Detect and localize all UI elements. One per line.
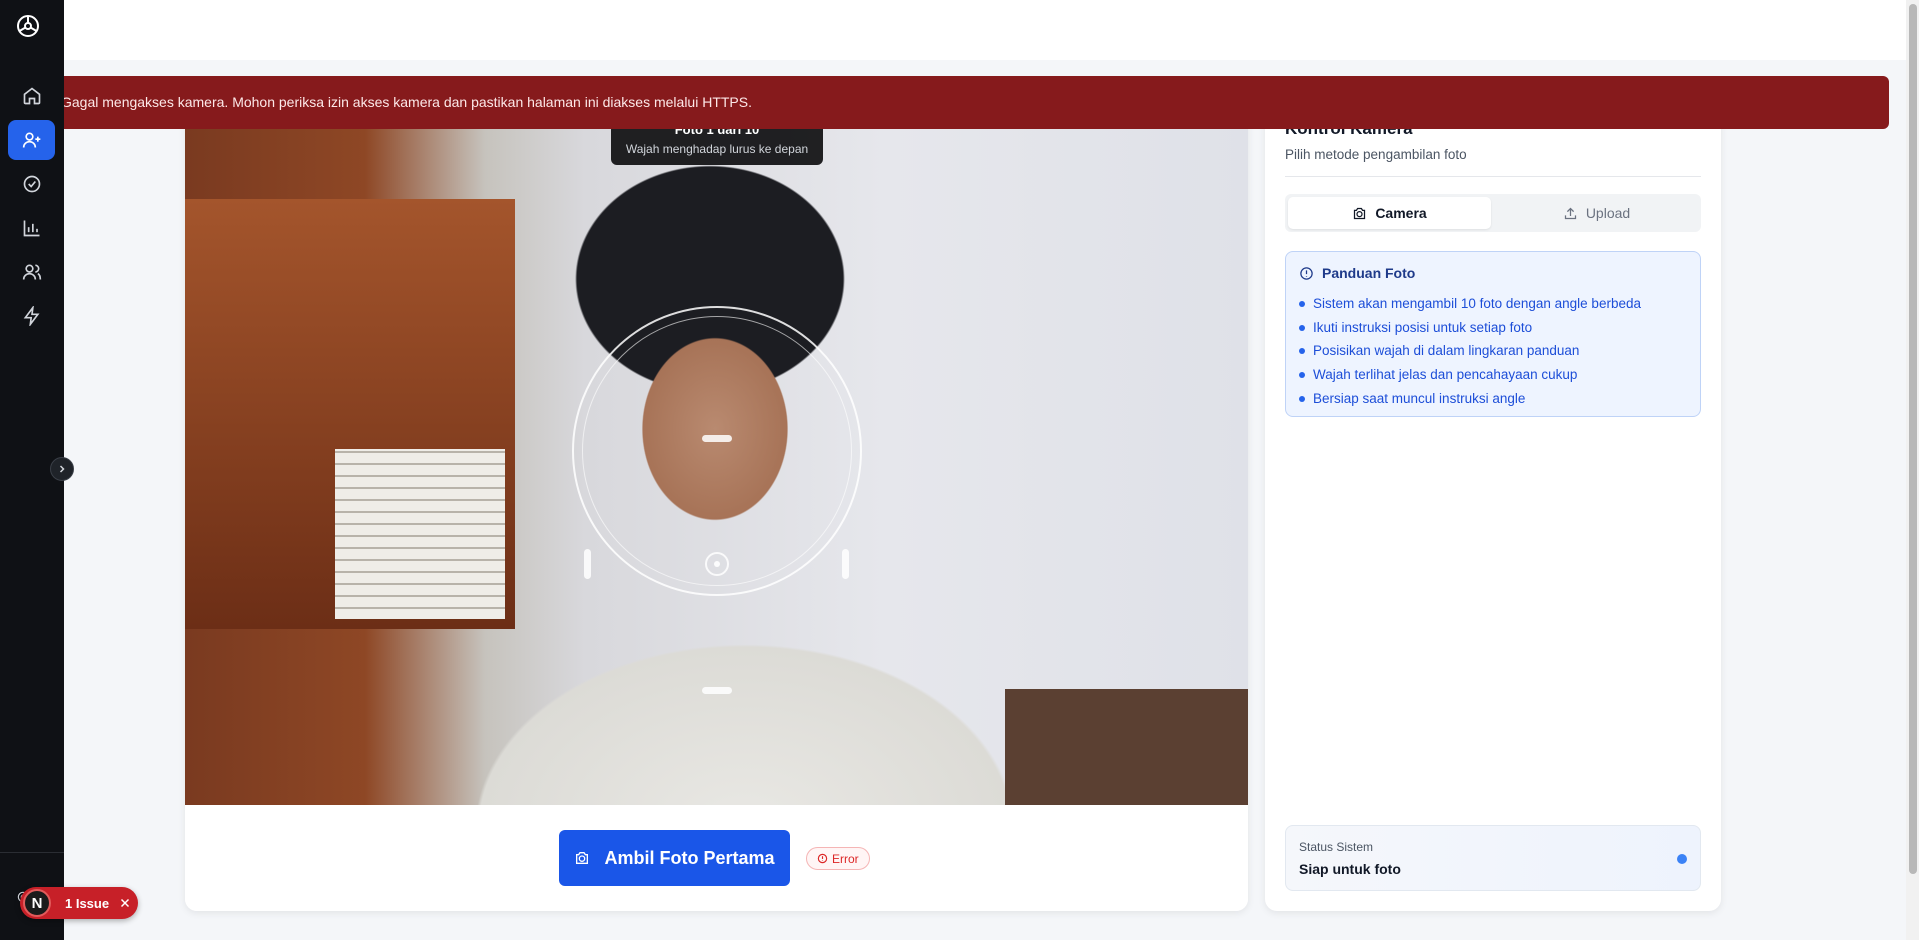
upload-icon — [1564, 207, 1576, 219]
tab-upload[interactable]: Upload — [1495, 197, 1698, 229]
tab-camera[interactable]: Camera — [1288, 197, 1491, 229]
issues-indicator[interactable]: N 1 Issue — [20, 887, 138, 919]
camera-preview — [185, 129, 1248, 805]
zap-icon — [23, 306, 39, 326]
bar-chart-icon — [23, 220, 39, 237]
background-books — [335, 449, 505, 619]
camera-icon — [576, 852, 589, 864]
sidebar-item-reports[interactable] — [8, 208, 55, 248]
system-status-label: Status Sistem — [1299, 840, 1374, 854]
list-item: Ikuti instruksi posisi untuk setiap foto — [1299, 316, 1641, 340]
issues-label: 1 Issue — [65, 895, 110, 911]
tab-camera-label: Camera — [1375, 205, 1427, 221]
tab-upload-label: Upload — [1585, 205, 1631, 221]
camera-card: Foto 1 dari 10 Wajah menghadap lurus ke … — [185, 116, 1248, 911]
home-icon — [23, 87, 40, 105]
sidebar-item-users[interactable] — [8, 252, 55, 292]
guide-mark-right — [842, 549, 849, 579]
sidebar-item-attendance[interactable] — [8, 164, 55, 204]
list-item: Sistem akan mengambil 10 foto dengan ang… — [1299, 292, 1641, 316]
sidebar-expand-button[interactable] — [50, 457, 74, 481]
guide-mark-top — [702, 435, 732, 442]
capture-photo-button[interactable]: Ambil Foto Pertama — [559, 830, 790, 886]
list-item: Posisikan wajah di dalam lingkaran pandu… — [1299, 339, 1641, 363]
app-logo-icon[interactable] — [16, 14, 40, 38]
photo-guide-list: Sistem akan mengambil 10 foto dengan ang… — [1299, 292, 1641, 410]
camera-control-panel: Kontrol Kamera Pilih metode pengambilan … — [1265, 116, 1721, 911]
status-badge-label: Error — [832, 851, 859, 866]
system-status-box: Status Sistem Siap untuk foto — [1285, 825, 1701, 891]
sidebar-item-integrations[interactable] — [8, 296, 55, 336]
list-item: Wajah terlihat jelas dan pencahayaan cuk… — [1299, 363, 1641, 387]
error-banner-message: Gagal mengakses kamera. Mohon periksa iz… — [64, 94, 752, 110]
chevron-right-icon — [59, 465, 65, 473]
photo-guide-box: Panduan Foto Sistem akan mengambil 10 fo… — [1285, 251, 1701, 417]
system-status-value: Siap untuk foto — [1299, 861, 1401, 877]
photo-guide-header: Panduan Foto — [1299, 265, 1415, 281]
close-icon[interactable] — [119, 897, 131, 909]
status-indicator-dot — [1677, 854, 1687, 864]
photo-step-instruction: Wajah menghadap lurus ke depan — [625, 142, 809, 156]
guide-mark-left — [584, 549, 591, 579]
page-scrollbar-thumb[interactable] — [1909, 4, 1917, 874]
guide-mark-bottom — [702, 687, 732, 694]
sidebar-divider — [0, 852, 64, 853]
panel-subtitle: Pilih metode pengambilan foto — [1285, 147, 1467, 162]
alert-circle-icon — [817, 853, 828, 864]
guide-center-dot — [705, 552, 729, 576]
user-plus-icon — [22, 132, 40, 148]
check-circle-icon — [23, 175, 40, 193]
photo-guide-title: Panduan Foto — [1322, 265, 1416, 281]
issues-avatar: N — [23, 889, 51, 917]
camera-icon — [1354, 207, 1366, 219]
capture-bar: Ambil Foto Pertama Error — [185, 805, 1248, 911]
capture-button-label: Ambil Foto Pertama — [604, 847, 775, 868]
list-item: Bersiap saat muncul instruksi angle — [1299, 387, 1641, 411]
error-banner: Gagal mengakses kamera. Mohon periksa iz… — [64, 76, 1889, 129]
face-guide-inner-circle — [582, 316, 852, 586]
panel-divider — [1285, 176, 1701, 177]
users-icon — [22, 264, 41, 280]
background-bed — [1005, 689, 1248, 805]
sidebar-item-home[interactable] — [8, 76, 55, 116]
capture-method-tabs: Camera Upload — [1285, 194, 1701, 232]
top-bar — [64, 0, 1906, 60]
status-badge: Error — [806, 847, 870, 870]
info-icon — [1300, 266, 1313, 280]
sidebar-item-add-user[interactable] — [8, 120, 55, 160]
